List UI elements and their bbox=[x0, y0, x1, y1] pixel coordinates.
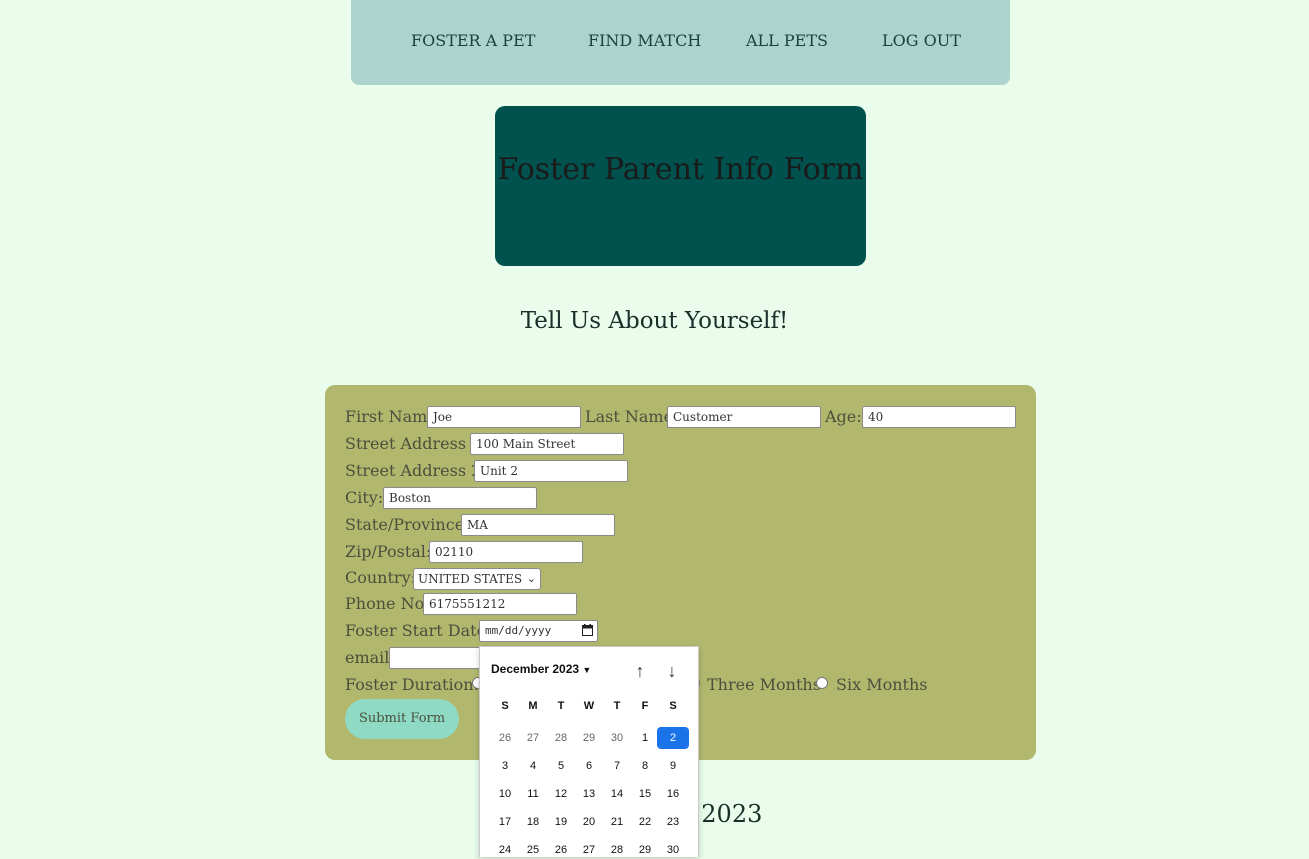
calendar-day[interactable]: 3 bbox=[491, 757, 519, 775]
last-name-label: Last Name: bbox=[585, 407, 679, 426]
nav-foster-a-pet[interactable]: FOSTER A PET bbox=[411, 31, 535, 50]
calendar-day[interactable]: 29 bbox=[575, 729, 603, 747]
email-label: email: bbox=[345, 648, 395, 667]
calendar-day[interactable]: 7 bbox=[603, 757, 631, 775]
calendar-day[interactable]: 28 bbox=[603, 841, 631, 859]
calendar-day[interactable]: 16 bbox=[659, 785, 687, 803]
calendar-day[interactable]: 28 bbox=[547, 729, 575, 747]
calendar-day[interactable]: 2 bbox=[657, 727, 689, 749]
form-subtitle: Tell Us About Yourself! bbox=[520, 308, 789, 334]
weekday-header: S bbox=[501, 700, 509, 712]
submit-button[interactable]: Submit Form bbox=[345, 699, 459, 739]
weekday-header: T bbox=[557, 700, 565, 712]
title-banner: Foster Parent Info Form bbox=[495, 106, 866, 266]
calendar-day[interactable]: 1 bbox=[631, 729, 659, 747]
calendar-day[interactable]: 6 bbox=[575, 757, 603, 775]
calendar-day[interactable]: 29 bbox=[631, 841, 659, 859]
calendar-day[interactable]: 17 bbox=[491, 813, 519, 831]
calendar-day[interactable]: 27 bbox=[575, 841, 603, 859]
start-date-placeholder: mm/dd/yyyy bbox=[485, 624, 552, 637]
calendar-day[interactable]: 13 bbox=[575, 785, 603, 803]
nav-find-match[interactable]: FIND MATCH bbox=[588, 31, 701, 50]
duration-label-six-months: Six Months bbox=[836, 675, 928, 694]
calendar-day[interactable]: 30 bbox=[603, 729, 631, 747]
calendar-day[interactable]: 22 bbox=[631, 813, 659, 831]
calendar-day[interactable]: 27 bbox=[519, 729, 547, 747]
weekday-header: F bbox=[641, 700, 649, 712]
zip-input[interactable]: 02110 bbox=[429, 541, 583, 563]
caret-down-icon: ▼ bbox=[582, 665, 592, 675]
calendar-day[interactable]: 24 bbox=[491, 841, 519, 859]
previous-month-arrow-icon[interactable]: ↑ bbox=[630, 661, 650, 681]
calendar-day[interactable]: 30 bbox=[659, 841, 687, 859]
start-date-label: Foster Start Date: bbox=[345, 621, 492, 640]
state-label: State/Province: bbox=[345, 515, 470, 534]
phone-label: Phone No: bbox=[345, 594, 430, 613]
calendar-day[interactable]: 5 bbox=[547, 757, 575, 775]
calendar-day[interactable]: 4 bbox=[519, 757, 547, 775]
zip-label: Zip/Postal: bbox=[345, 542, 432, 561]
calendar-day[interactable]: 12 bbox=[547, 785, 575, 803]
nav-log-out[interactable]: LOG OUT bbox=[882, 31, 961, 50]
calendar-day[interactable]: 23 bbox=[659, 813, 687, 831]
calendar-day[interactable]: 15 bbox=[631, 785, 659, 803]
duration-radio-six-months[interactable] bbox=[816, 677, 828, 689]
duration-label-three-months: Three Months bbox=[707, 675, 821, 694]
calendar-day[interactable]: 20 bbox=[575, 813, 603, 831]
street2-input[interactable]: Unit 2 bbox=[474, 460, 628, 482]
calendar-day[interactable]: 8 bbox=[631, 757, 659, 775]
calendar-day[interactable]: 26 bbox=[491, 729, 519, 747]
month-year-selector[interactable]: December 2023 ▼ bbox=[491, 662, 591, 676]
calendar-day[interactable]: 11 bbox=[519, 785, 547, 803]
calendar-day[interactable]: 19 bbox=[547, 813, 575, 831]
calendar-day[interactable]: 14 bbox=[603, 785, 631, 803]
phone-input[interactable]: 6175551212 bbox=[423, 593, 577, 615]
duration-label: Foster Duration: bbox=[345, 675, 479, 694]
calendar-day[interactable]: 21 bbox=[603, 813, 631, 831]
age-input[interactable]: 40 bbox=[862, 406, 1016, 428]
calendar-day[interactable]: 25 bbox=[519, 841, 547, 859]
first-name-input[interactable]: Joe bbox=[427, 406, 581, 428]
weekday-header: M bbox=[528, 700, 538, 712]
country-label: Country: bbox=[345, 568, 416, 587]
last-name-input[interactable]: Customer bbox=[667, 406, 821, 428]
chevron-down-icon: ⌄ bbox=[526, 572, 536, 585]
top-nav: FOSTER A PET FIND MATCH ALL PETS LOG OUT bbox=[351, 0, 1010, 85]
calendar-day[interactable]: 9 bbox=[659, 757, 687, 775]
street2-label: Street Address 2: bbox=[345, 461, 487, 480]
next-month-arrow-icon[interactable]: ↓ bbox=[662, 661, 682, 681]
calendar-day[interactable]: 10 bbox=[491, 785, 519, 803]
country-select[interactable]: UNITED STATES ⌄ bbox=[413, 568, 541, 590]
weekday-header: T bbox=[613, 700, 621, 712]
street1-input[interactable]: 100 Main Street bbox=[470, 433, 624, 455]
city-label: City: bbox=[345, 488, 384, 507]
weekday-header: W bbox=[583, 700, 595, 712]
month-year-label: December 2023 bbox=[491, 662, 580, 676]
age-label: Age: bbox=[825, 407, 862, 426]
calendar-day[interactable]: 26 bbox=[547, 841, 575, 859]
page-title: Foster Parent Info Form bbox=[497, 152, 864, 187]
start-date-input[interactable]: mm/dd/yyyy bbox=[479, 620, 598, 642]
country-select-value: UNITED STATES bbox=[418, 572, 523, 586]
state-input[interactable]: MA bbox=[461, 514, 615, 536]
city-input[interactable]: Boston bbox=[383, 487, 537, 509]
calendar-day[interactable]: 18 bbox=[519, 813, 547, 831]
calendar-icon[interactable] bbox=[582, 624, 593, 636]
street1-label: Street Address 1: bbox=[345, 434, 487, 453]
nav-all-pets[interactable]: ALL PETS bbox=[746, 31, 828, 50]
date-picker-popup: December 2023 ▼ ↑ ↓ S M T W T F S 26 27 28 29 30 1 2 3… bbox=[479, 646, 699, 857]
weekday-header: S bbox=[669, 700, 677, 712]
